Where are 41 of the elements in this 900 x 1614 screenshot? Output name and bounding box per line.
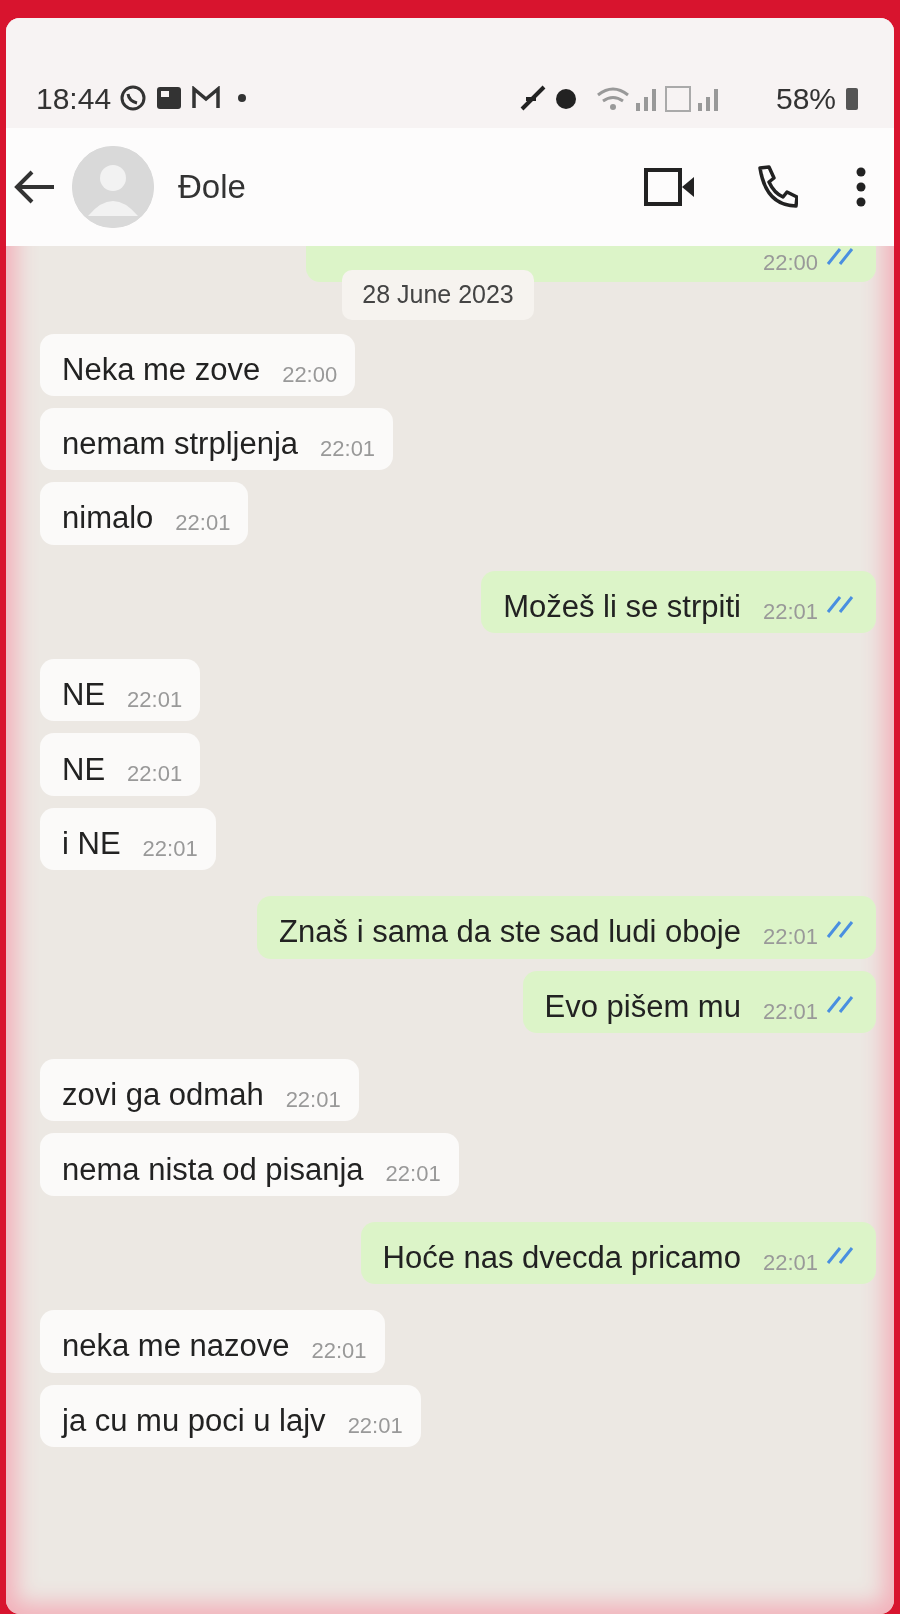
message-text: Možeš li se strpiti [503, 587, 741, 626]
message-time: 22:01 [285, 1087, 341, 1114]
message-time: 22:01 [175, 510, 231, 537]
message-time: 22:01 [762, 1249, 818, 1277]
battery-icon [844, 85, 860, 111]
message-time: 22:01 [311, 1338, 367, 1365]
message-text: nema nista od pisanja [62, 1150, 364, 1188]
message-text: i NE [62, 825, 121, 863]
message-time: 22:01 [127, 761, 183, 788]
message-text: nemam strpljenja [62, 425, 299, 463]
message-text: zovi ga odmah [62, 1076, 264, 1114]
message-text: Znaš i sama da ste sad ludi oboje [279, 913, 741, 951]
message-text: Evo pišem mu [544, 987, 741, 1025]
message-time: 22:01 [762, 924, 818, 951]
message-text: NE [62, 676, 106, 714]
video-call-icon[interactable] [644, 168, 696, 206]
gallery-icon [155, 85, 184, 111]
message-time: 22:01 [142, 835, 198, 863]
message-text: NE [62, 750, 106, 788]
dot-icon [237, 93, 248, 103]
message-text: Neka me zove [62, 350, 261, 388]
status-time: 18:44 [36, 80, 112, 117]
date-chip: 28 June 2023 [342, 270, 534, 320]
message-time: 22:01 [385, 1161, 441, 1188]
message-time: 22:01 [127, 687, 183, 714]
message-time: 22:01 [347, 1412, 403, 1439]
message-time: 22:01 [762, 998, 818, 1025]
back-arrow-icon[interactable] [14, 169, 56, 205]
contact-name[interactable]: Đole [178, 162, 246, 212]
message-time: 22:01 [320, 435, 376, 463]
message-text: ja cu mu poci u lajv [62, 1401, 326, 1439]
message-time: 22:00 [762, 249, 818, 277]
chat-app-icon [119, 84, 148, 112]
mail-icon [191, 86, 222, 110]
battery-level: 58% [775, 80, 836, 117]
message-text: Hoće nas dvecda pricamo [382, 1239, 741, 1277]
menu-icon[interactable] [856, 167, 866, 207]
message-time: 22:00 [282, 361, 338, 388]
message-text: nimalo [62, 499, 154, 537]
message-text: neka me nazove [62, 1327, 290, 1365]
message-time: 22:01 [762, 598, 818, 626]
